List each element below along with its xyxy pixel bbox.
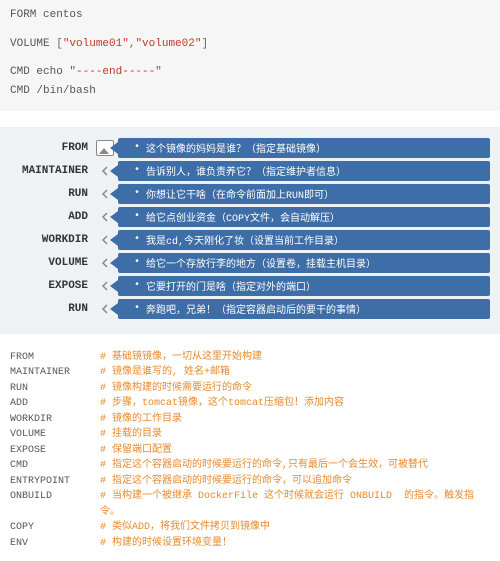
- comment-row: FROM# 基础镜镜像，一切从这里开始构建: [10, 350, 490, 366]
- diagram-desc: 告诉别人，谁负责养它？（指定维护者信息）: [146, 163, 346, 179]
- comment-row: ADD# 步骤，tomcat镜像，这个tomcat压缩包！添加内容: [10, 396, 490, 412]
- dockerfile-code-block: FORM centos VOLUME ["volume01","volume02…: [0, 0, 500, 111]
- diagram-row: ADD •给它点创业资金（COPY文件，会自动解压）: [10, 207, 490, 227]
- comment-key: COPY: [10, 520, 100, 536]
- string: "volume02": [135, 38, 201, 50]
- comment-text: # 镜像是谁写的, 姓名+邮箱: [100, 365, 490, 381]
- diagram-label: MAINTAINER: [10, 165, 92, 177]
- diagram-desc-bar: •你想让它干啥（在命令前面加上RUN即可）: [118, 184, 490, 204]
- keyword: VOLUME: [10, 38, 50, 50]
- comment-key: EXPOSE: [10, 443, 100, 459]
- diagram-label: FROM: [10, 142, 92, 154]
- diagram-desc-bar: •奔跑吧，兄弟！（指定容器启动后的要干的事情）: [118, 299, 490, 319]
- comment-text: # 类似ADD，将我们文件拷贝到镜像中: [100, 520, 490, 536]
- comment-row: MAINTAINER# 镜像是谁写的, 姓名+邮箱: [10, 365, 490, 381]
- diagram-desc: 我是cd,今天刚化了妆（设置当前工作目录）: [146, 232, 344, 248]
- diagram-desc: 你想让它干啥（在命令前面加上RUN即可）: [146, 186, 334, 202]
- comment-key: ENV: [10, 536, 100, 552]
- diagram-row: RUN •你想让它干啥（在命令前面加上RUN即可）: [10, 184, 490, 204]
- string: "volume01": [63, 38, 129, 50]
- comment-text: # 镜像构建的时候需要运行的命令: [100, 381, 490, 397]
- comment-text: # 指定这个容器启动的时候要运行的命令,只有最后一个会生效，可被替代: [100, 458, 490, 474]
- diagram-row: VOLUME •给它一个存放行李的地方（设置卷，挂载主机目录）: [10, 253, 490, 273]
- comment-key: ADD: [10, 396, 100, 412]
- comment-text: # 基础镜镜像，一切从这里开始构建: [100, 350, 490, 366]
- diagram-label: VOLUME: [10, 257, 92, 269]
- diagram-desc-bar: •我是cd,今天刚化了妆（设置当前工作目录）: [118, 230, 490, 250]
- diagram-row: MAINTAINER •告诉别人，谁负责养它？（指定维护者信息）: [10, 161, 490, 181]
- comment-text: # 镜像的工作目录: [100, 412, 490, 428]
- comment-key: CMD: [10, 458, 100, 474]
- comment-text: # 构建的时候设置环境变量！: [100, 536, 490, 552]
- comment-text: # 指定这个容器启动的时候要运行的命令，可以追加命令: [100, 474, 490, 490]
- diagram-desc: 奔跑吧，兄弟！（指定容器启动后的要干的事情）: [146, 301, 366, 317]
- diagram-desc-bar: •它要打开的门是啥（指定对外的端口）: [118, 276, 490, 296]
- diagram-label: RUN: [10, 188, 92, 200]
- diagram-desc: 这个镜像的妈妈是谁？（指定基础镜像）: [146, 140, 326, 156]
- code-line-4: CMD /bin/bash: [10, 82, 490, 101]
- punct: ]: [201, 38, 208, 50]
- diagram-desc-bar: •给它点创业资金（COPY文件，会自动解压）: [118, 207, 490, 227]
- diagram-desc-bar: •给它一个存放行李的地方（设置卷，挂载主机目录）: [118, 253, 490, 273]
- comment-row: VOLUME# 挂载的目录: [10, 427, 490, 443]
- keyword: CMD: [10, 85, 30, 97]
- diagram-desc: 它要打开的门是啥（指定对外的端口）: [146, 278, 316, 294]
- diagram-label: RUN: [10, 303, 92, 315]
- diagram-label: ADD: [10, 211, 92, 223]
- comment-row: EXPOSE# 保留端口配置: [10, 443, 490, 459]
- comment-row: ENV# 构建的时候设置环境变量！: [10, 536, 490, 552]
- punct: [: [50, 38, 63, 50]
- comment-text: # 挂载的目录: [100, 427, 490, 443]
- diagram-label: EXPOSE: [10, 280, 92, 292]
- instruction-comments: FROM# 基础镜镜像，一切从这里开始构建 MAINTAINER# 镜像是谁写的…: [0, 334, 500, 561]
- comment-row: COPY# 类似ADD，将我们文件拷贝到镜像中: [10, 520, 490, 536]
- comment-key: RUN: [10, 381, 100, 397]
- code-line-3: CMD echo "----end-----": [10, 63, 490, 82]
- comment-key: WORKDIR: [10, 412, 100, 428]
- instruction-diagram: FROM •这个镜像的妈妈是谁？（指定基础镜像） MAINTAINER •告诉别…: [0, 127, 500, 334]
- keyword: CMD: [10, 66, 30, 78]
- comment-row: ENTRYPOINT# 指定这个容器启动的时候要运行的命令，可以追加命令: [10, 474, 490, 490]
- comment-key: ENTRYPOINT: [10, 474, 100, 490]
- comment-text: # 当构建一个被继承 DockerFile 这个时候就会运行 ONBUILD 的…: [100, 489, 490, 520]
- keyword: FORM: [10, 9, 36, 21]
- code-line-1: FORM centos: [10, 6, 490, 25]
- code-text: centos: [36, 9, 82, 21]
- comment-row: WORKDIR# 镜像的工作目录: [10, 412, 490, 428]
- comment-key: VOLUME: [10, 427, 100, 443]
- comment-row: ONBUILD# 当构建一个被继承 DockerFile 这个时候就会运行 ON…: [10, 489, 490, 520]
- diagram-row: FROM •这个镜像的妈妈是谁？（指定基础镜像）: [10, 138, 490, 158]
- comment-row: CMD# 指定这个容器启动的时候要运行的命令,只有最后一个会生效，可被替代: [10, 458, 490, 474]
- comment-key: FROM: [10, 350, 100, 366]
- diagram-row: WORKDIR •我是cd,今天刚化了妆（设置当前工作目录）: [10, 230, 490, 250]
- code-text: /bin/bash: [30, 85, 96, 97]
- comment-text: # 步骤，tomcat镜像，这个tomcat压缩包！添加内容: [100, 396, 490, 412]
- diagram-desc: 给它点创业资金（COPY文件，会自动解压）: [146, 209, 340, 225]
- code-line-2: VOLUME ["volume01","volume02"]: [10, 35, 490, 54]
- comment-key: ONBUILD: [10, 489, 100, 520]
- diagram-row: RUN •奔跑吧，兄弟！（指定容器启动后的要干的事情）: [10, 299, 490, 319]
- comment-key: MAINTAINER: [10, 365, 100, 381]
- diagram-desc: 给它一个存放行李的地方（设置卷，挂载主机目录）: [146, 255, 376, 271]
- comment-text: # 保留端口配置: [100, 443, 490, 459]
- diagram-label: WORKDIR: [10, 234, 92, 246]
- code-text: echo: [30, 66, 70, 78]
- diagram-desc-bar: •这个镜像的妈妈是谁？（指定基础镜像）: [118, 138, 490, 158]
- comment-row: RUN# 镜像构建的时候需要运行的命令: [10, 381, 490, 397]
- string: "----end-----": [69, 66, 161, 78]
- diagram-desc-bar: •告诉别人，谁负责养它？（指定维护者信息）: [118, 161, 490, 181]
- diagram-row: EXPOSE •它要打开的门是啥（指定对外的端口）: [10, 276, 490, 296]
